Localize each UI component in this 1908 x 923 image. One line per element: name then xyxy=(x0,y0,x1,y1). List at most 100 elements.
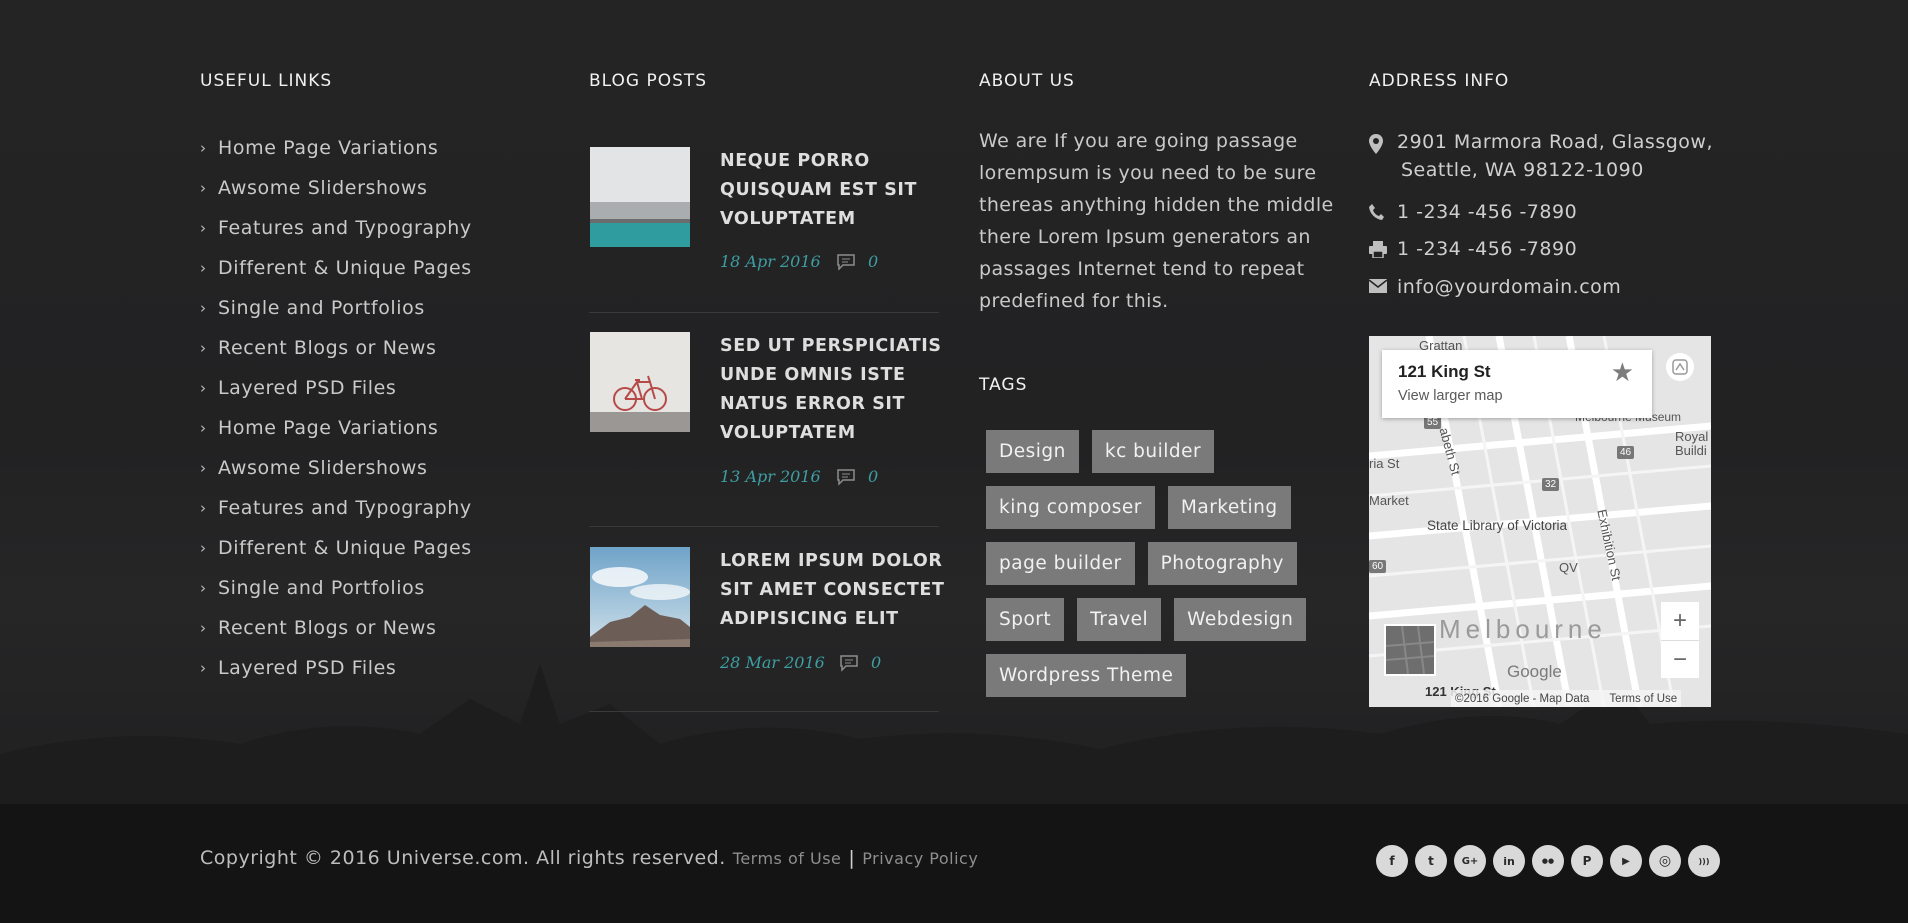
address-heading: ADDRESS INFO xyxy=(1369,71,1509,91)
tag[interactable]: king composer xyxy=(986,486,1155,529)
comment-count: 0 xyxy=(868,252,879,271)
address-city: Seattle, WA 98122-1090 xyxy=(1401,159,1644,181)
directions-icon[interactable] xyxy=(1666,353,1694,381)
chevron-right-icon: › xyxy=(200,259,207,277)
blog-post[interactable]: SED UT PERSPICIATIS UNDE OMNIS ISTE NATU… xyxy=(589,332,941,527)
useful-link-label: Different & Unique Pages xyxy=(218,537,472,559)
post-date: 28 Mar 2016 xyxy=(720,653,825,672)
about-heading: ABOUT US xyxy=(979,71,1075,91)
tags-heading: TAGS xyxy=(979,375,1027,395)
useful-link[interactable]: › Single and Portfolios xyxy=(200,288,472,328)
post-comments[interactable]: 0 xyxy=(836,252,878,271)
chevron-right-icon: › xyxy=(200,379,207,397)
google-logo: Google xyxy=(1507,662,1562,681)
pinterest-icon[interactable]: P xyxy=(1571,845,1603,877)
tag[interactable]: Travel xyxy=(1077,598,1162,641)
map-pin-icon xyxy=(1369,131,1397,181)
map-terms-link[interactable]: Terms of Use xyxy=(1609,693,1677,705)
post-title[interactable]: NEQUE PORRO QUISQUAM EST SIT VOLUPTATEM xyxy=(720,147,945,234)
useful-link-label: Home Page Variations xyxy=(218,137,439,159)
email-address[interactable]: info@yourdomain.com xyxy=(1397,276,1621,298)
about-text: We are If you are going passage lorempsu… xyxy=(979,130,1334,312)
map-label-street-ria: ria St xyxy=(1369,456,1400,471)
post-thumbnail-sea[interactable] xyxy=(590,147,690,247)
google-plus-icon[interactable]: G+ xyxy=(1454,845,1486,877)
zoom-in-button[interactable]: + xyxy=(1661,602,1699,640)
chevron-right-icon: › xyxy=(200,299,207,317)
phone-number[interactable]: 1 -234 -456 -7890 xyxy=(1397,201,1577,223)
youtube-icon[interactable]: ▶ xyxy=(1610,845,1642,877)
address-street: 2901 Marmora Road, Glassgow, xyxy=(1397,131,1713,153)
instagram-icon[interactable]: ◎ xyxy=(1649,845,1681,877)
email-row: info@yourdomain.com xyxy=(1369,276,1621,298)
useful-link[interactable]: › Home Page Variations xyxy=(200,408,472,448)
tag[interactable]: Photography xyxy=(1147,542,1297,585)
route-badge: 32 xyxy=(1542,478,1560,491)
useful-link[interactable]: › Features and Typography xyxy=(200,488,472,528)
blog-posts-title: BLOG POSTS xyxy=(589,71,708,91)
post-title[interactable]: SED UT PERSPICIATIS UNDE OMNIS ISTE NATU… xyxy=(720,332,945,448)
useful-link[interactable]: › Features and Typography xyxy=(200,208,472,248)
useful-link[interactable]: › Different & Unique Pages xyxy=(200,248,472,288)
satellite-view-toggle[interactable] xyxy=(1384,624,1436,676)
view-larger-map-link[interactable]: View larger map xyxy=(1398,388,1503,404)
tag[interactable]: Sport xyxy=(986,598,1065,641)
tag[interactable]: page builder xyxy=(986,542,1135,585)
chevron-right-icon: › xyxy=(200,219,207,237)
post-thumbnail-bicycle[interactable] xyxy=(590,332,690,432)
blog-post[interactable]: NEQUE PORRO QUISQUAM EST SIT VOLUPTATEM … xyxy=(589,147,939,313)
useful-link-label: Recent Blogs or News xyxy=(218,617,437,639)
star-icon[interactable]: ★ xyxy=(1611,358,1634,388)
useful-link-label: Single and Portfolios xyxy=(218,297,425,319)
post-date: 18 Apr 2016 xyxy=(720,252,821,271)
post-comments[interactable]: 0 xyxy=(836,467,878,486)
tag[interactable]: Wordpress Theme xyxy=(986,654,1187,697)
chevron-right-icon: › xyxy=(200,139,207,157)
post-comments[interactable]: 0 xyxy=(839,653,881,672)
privacy-policy-link[interactable]: Privacy Policy xyxy=(862,849,978,868)
zoom-out-button[interactable]: − xyxy=(1661,640,1699,678)
map-label-qv: QV xyxy=(1559,560,1578,575)
chevron-right-icon: › xyxy=(200,339,207,357)
comment-icon xyxy=(837,253,855,271)
flickr-icon[interactable]: ●● xyxy=(1532,845,1564,877)
satellite-thumbnail-icon xyxy=(1385,625,1435,675)
map-place-name: 121 King St xyxy=(1398,362,1491,381)
map-embed[interactable]: Grattan Melbourne Museum Royal Buildi ri… xyxy=(1369,336,1711,707)
envelope-icon xyxy=(1369,276,1397,298)
useful-links-heading: USEFUL LINKS xyxy=(200,71,332,91)
useful-link[interactable]: › Layered PSD Files xyxy=(200,648,472,688)
tag[interactable]: kc builder xyxy=(1091,430,1215,473)
map-place-card: 121 King St View larger map ★ xyxy=(1382,350,1652,418)
useful-link[interactable]: › Recent Blogs or News xyxy=(200,328,472,368)
tag[interactable]: Webdesign xyxy=(1174,598,1307,641)
copyright: Copyright © 2016 Universe.com. All right… xyxy=(200,847,978,869)
tag[interactable]: Design xyxy=(986,430,1079,473)
printer-icon xyxy=(1369,238,1397,260)
terms-of-use-link[interactable]: Terms of Use xyxy=(733,849,842,868)
useful-link[interactable]: › Awsome Slidershows xyxy=(200,448,472,488)
facebook-icon[interactable]: f xyxy=(1376,845,1408,877)
useful-link[interactable]: › Layered PSD Files xyxy=(200,368,472,408)
linkedin-icon[interactable]: in xyxy=(1493,845,1525,877)
social-links: f t G+ in ●● P ▶ ◎ ))) xyxy=(1376,845,1727,877)
tag[interactable]: Marketing xyxy=(1167,486,1291,529)
route-badge: 60 xyxy=(1369,560,1387,573)
useful-link[interactable]: › Single and Portfolios xyxy=(200,568,472,608)
rss-icon[interactable]: ))) xyxy=(1688,845,1720,877)
useful-link[interactable]: › Awsome Slidershows xyxy=(200,168,472,208)
useful-link[interactable]: › Home Page Variations xyxy=(200,128,472,168)
useful-link[interactable]: › Recent Blogs or News xyxy=(200,608,472,648)
fax-number: 1 -234 -456 -7890 xyxy=(1397,238,1578,260)
useful-link[interactable]: › Different & Unique Pages xyxy=(200,528,472,568)
useful-link-label: Single and Portfolios xyxy=(218,577,425,599)
post-thumbnail-mountain[interactable] xyxy=(590,547,690,647)
twitter-icon[interactable]: t xyxy=(1415,845,1447,877)
fax-row: 1 -234 -456 -7890 xyxy=(1369,238,1577,260)
comment-icon xyxy=(840,654,858,672)
blog-post[interactable]: LOREM IPSUM DOLOR SIT AMET CONSECTET ADI… xyxy=(589,547,944,712)
post-title[interactable]: LOREM IPSUM DOLOR SIT AMET CONSECTET ADI… xyxy=(720,547,945,634)
useful-link-label: Recent Blogs or News xyxy=(218,337,437,359)
comment-count: 0 xyxy=(871,653,882,672)
map-label-market: Market xyxy=(1369,493,1409,508)
